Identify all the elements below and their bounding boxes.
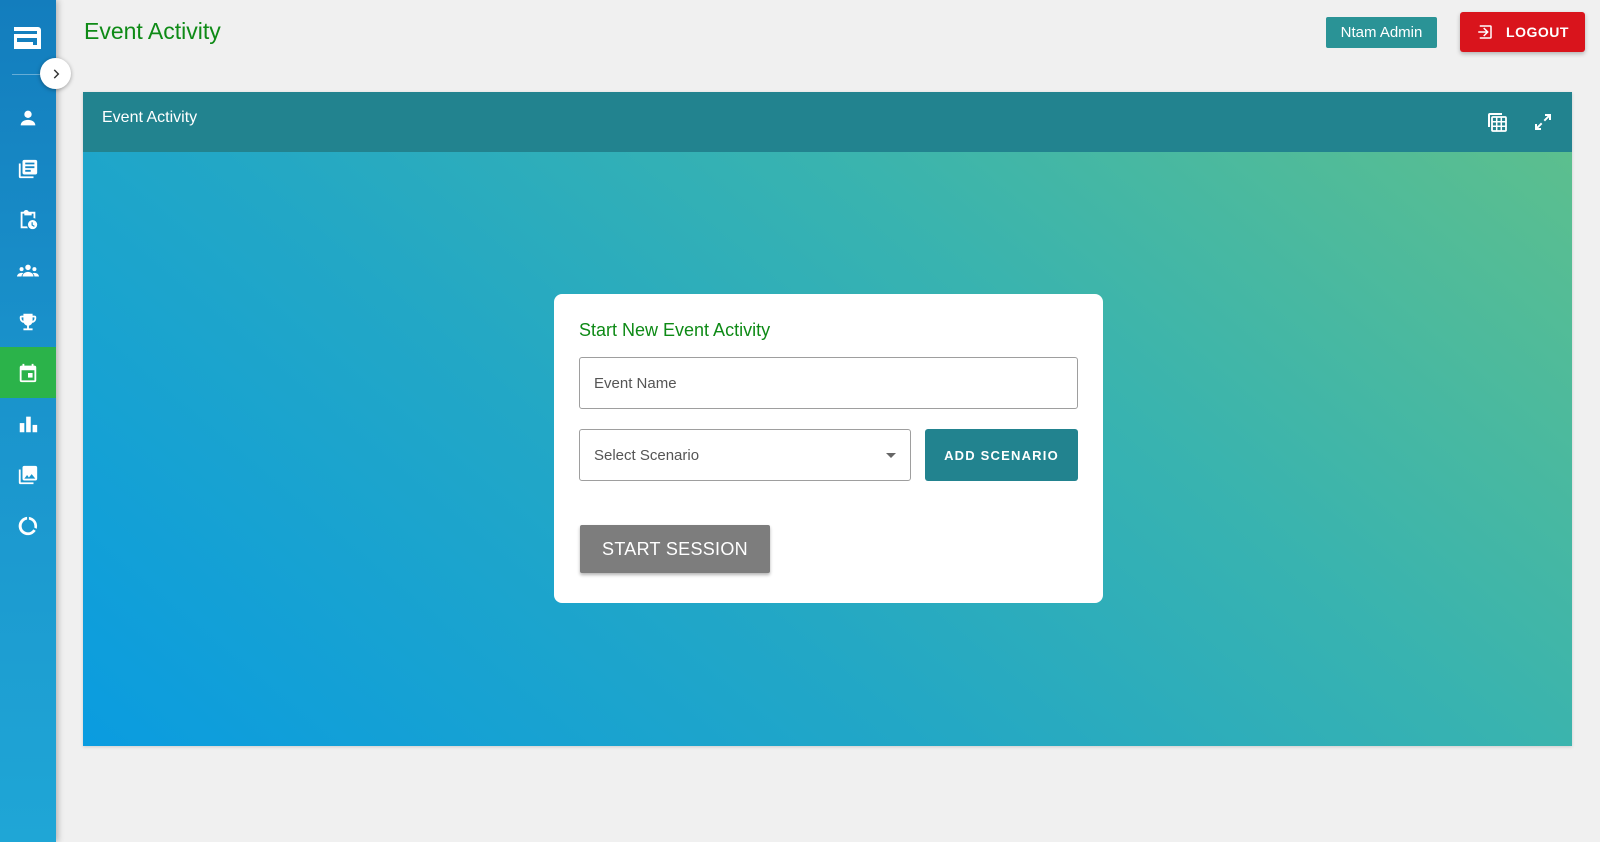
sidebar-item-gallery[interactable] [0, 449, 56, 500]
start-event-card: Start New Event Activity Select Scenario… [554, 294, 1103, 603]
table-icon[interactable] [1485, 110, 1509, 134]
chevron-right-icon [53, 68, 59, 79]
photo-library-icon [18, 465, 38, 484]
bar-chart-icon [19, 416, 38, 432]
person-icon [20, 110, 36, 125]
sidebar [0, 0, 56, 842]
sidebar-item-users[interactable] [0, 92, 56, 143]
user-account-button[interactable]: Ntam Admin [1326, 17, 1437, 48]
sidebar-nav [0, 92, 56, 551]
panel-title: Event Activity [102, 109, 198, 126]
page-title: Event Activity [84, 18, 221, 44]
clipboard-clock-icon [20, 209, 38, 229]
abbott-logo-icon[interactable] [11, 24, 43, 52]
sidebar-item-event-activity[interactable] [0, 347, 56, 398]
trophy-icon [19, 313, 37, 330]
groups-icon [17, 264, 39, 276]
fullscreen-icon[interactable] [1531, 110, 1555, 134]
sidebar-item-awards[interactable] [0, 296, 56, 347]
calendar-event-icon [19, 363, 37, 382]
logout-button[interactable]: LOGOUT [1460, 12, 1585, 52]
sidebar-toggle-button[interactable] [40, 58, 71, 89]
start-session-button[interactable]: START SESSION [580, 525, 770, 573]
panel-header: Event Activity [83, 92, 1572, 152]
library-books-icon [18, 159, 38, 178]
add-scenario-button[interactable]: ADD SCENARIO [925, 429, 1078, 481]
logout-icon [1478, 25, 1492, 39]
sidebar-item-reports[interactable] [0, 398, 56, 449]
event-name-input[interactable] [579, 357, 1078, 409]
caret-down-icon [886, 453, 896, 458]
sidebar-item-teams[interactable] [0, 245, 56, 296]
donut-loading-icon [18, 516, 38, 535]
card-title: Start New Event Activity [579, 320, 771, 340]
logout-label: LOGOUT [1506, 24, 1569, 40]
select-scenario-label: Select Scenario [594, 447, 700, 464]
event-activity-panel: Event Activity Start New Event Activity … [83, 92, 1572, 746]
sidebar-item-progress[interactable] [0, 500, 56, 551]
sidebar-item-library[interactable] [0, 143, 56, 194]
sidebar-item-schedule[interactable] [0, 194, 56, 245]
panel-body: Start New Event Activity Select Scenario… [83, 152, 1572, 746]
select-scenario-dropdown[interactable]: Select Scenario [579, 429, 911, 481]
